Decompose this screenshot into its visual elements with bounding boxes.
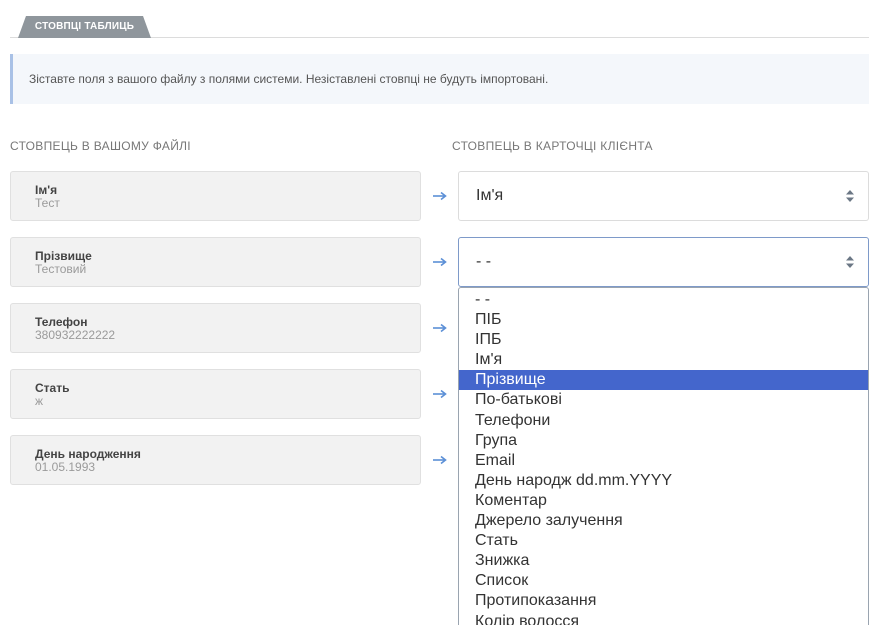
- dropdown-option[interactable]: - -: [459, 290, 868, 310]
- dropdown-option[interactable]: Коментар: [459, 491, 868, 511]
- arrow-right-icon: [432, 257, 448, 267]
- source-field-sample: Тестовий: [35, 262, 87, 276]
- source-field-last-name: Прізвище Тестовий: [10, 237, 421, 287]
- dropdown-option[interactable]: По-батькові: [459, 390, 868, 410]
- target-select-last-name[interactable]: - -: [458, 237, 869, 287]
- dropdown-option[interactable]: День народж dd.mm.YYYY: [459, 471, 868, 491]
- source-field-label: Прізвище: [35, 249, 92, 263]
- arrow-right-icon: [432, 191, 448, 201]
- source-field-label: Стать: [35, 381, 70, 395]
- dropdown-option[interactable]: Стать: [459, 531, 868, 551]
- dropdown-option[interactable]: Список: [459, 571, 868, 591]
- arrow-right-icon: [432, 389, 448, 399]
- source-field-birthday: День народження 01.05.1993: [10, 435, 421, 485]
- target-select-first-name[interactable]: Ім'я: [458, 171, 869, 221]
- source-field-sample: 01.05.1993: [35, 460, 96, 474]
- tab-bar: СТОВПЦІ ТАБЛИЦЬ: [10, 16, 869, 38]
- source-field-phone: Телефон 380932222222: [10, 303, 421, 353]
- source-field-sample: 380932222222: [35, 328, 116, 342]
- target-column-header: СТОВПЕЦЬ В КАРТОЧЦІ КЛІЄНТА: [452, 139, 653, 153]
- dropdown-option[interactable]: Група: [459, 431, 868, 451]
- target-field-dropdown-list[interactable]: - - ПІБ ІПБ Ім'я Прізвище По-батькові Те…: [458, 287, 869, 625]
- dropdown-option[interactable]: Джерело залучення: [459, 511, 868, 531]
- select-value: - -: [476, 253, 492, 270]
- source-field-label: Ім'я: [35, 183, 58, 197]
- info-message: Зіставте поля з вашого файлу з полями си…: [10, 54, 869, 104]
- dropdown-option[interactable]: Знижка: [459, 551, 868, 571]
- source-field-sample: Тест: [35, 196, 60, 210]
- dropdown-option[interactable]: ПІБ: [459, 310, 868, 330]
- source-column-header: СТОВПЕЦЬ В ВАШОМУ ФАЙЛІ: [10, 139, 191, 153]
- dropdown-option[interactable]: Протипоказання: [459, 591, 868, 611]
- source-field-gender: Стать ж: [10, 369, 421, 419]
- dropdown-option[interactable]: Ім'я: [459, 350, 868, 370]
- arrow-right-icon: [432, 323, 448, 333]
- dropdown-option[interactable]: ІПБ: [459, 330, 868, 350]
- sort-caret-icon: [846, 256, 854, 268]
- sort-caret-icon: [846, 190, 854, 202]
- arrow-right-icon: [432, 455, 448, 465]
- dropdown-option[interactable]: Телефони: [459, 411, 868, 431]
- select-value: Ім'я: [476, 187, 504, 204]
- dropdown-option[interactable]: Колір волосся: [459, 612, 868, 625]
- source-field-first-name: Ім'я Тест: [10, 171, 421, 221]
- dropdown-option-selected[interactable]: Прізвище: [459, 370, 868, 391]
- tab-table-columns[interactable]: СТОВПЦІ ТАБЛИЦЬ: [18, 16, 151, 38]
- source-field-sample: ж: [35, 394, 44, 408]
- dropdown-option[interactable]: Email: [459, 451, 868, 471]
